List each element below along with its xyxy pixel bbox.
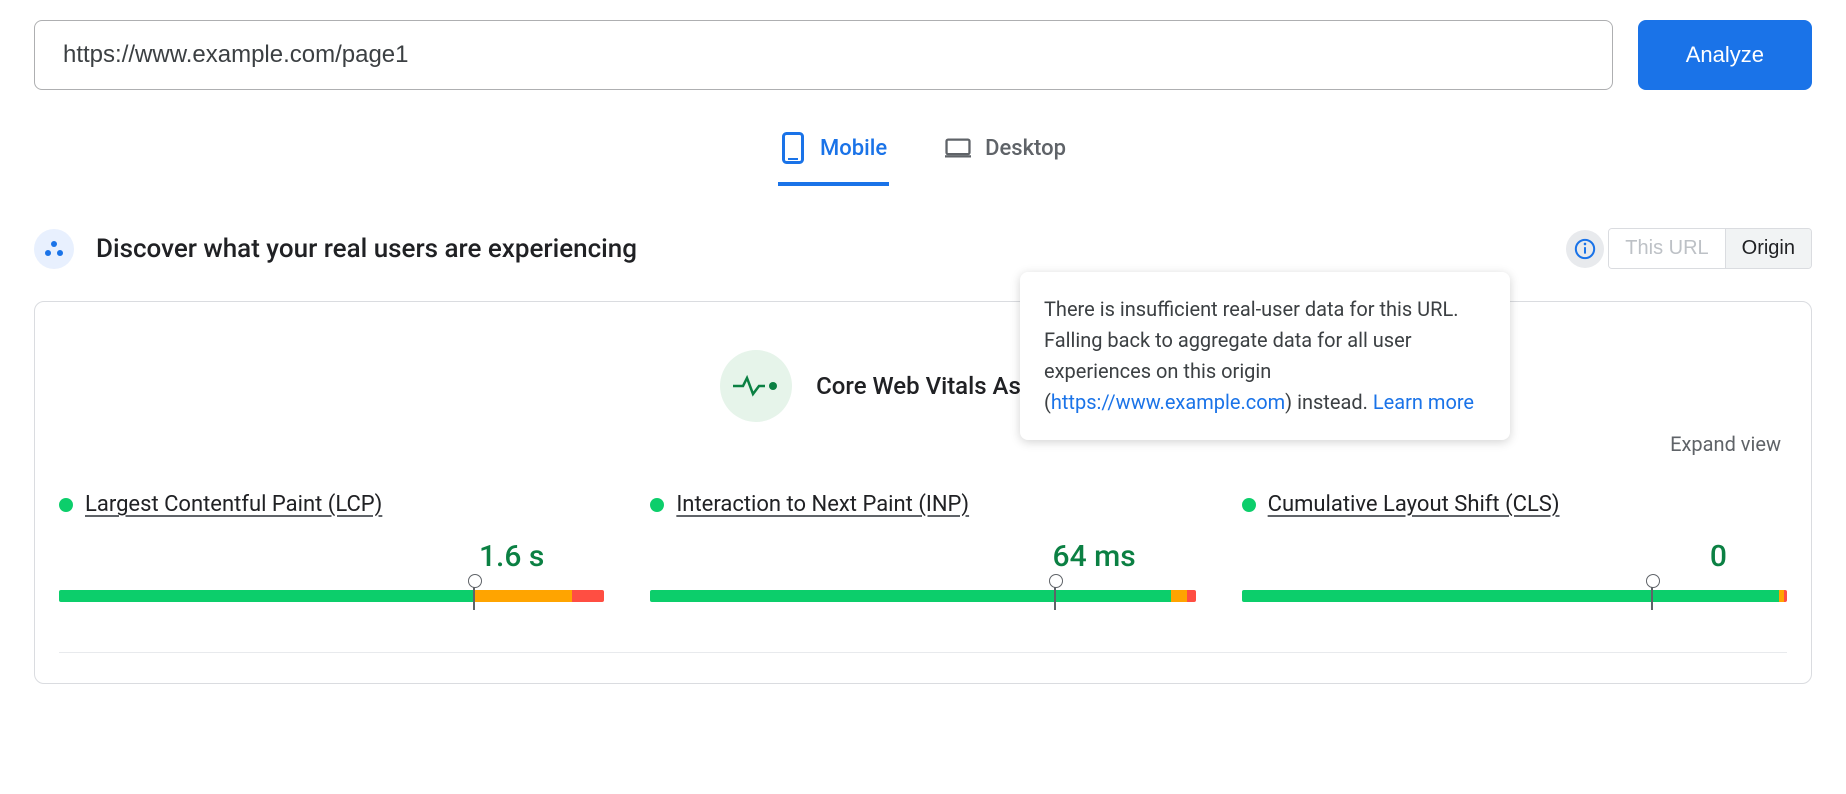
crux-icon [34,229,74,269]
metric-bar [59,590,604,604]
analyze-button[interactable]: Analyze [1638,20,1812,90]
url-form: Analyze [34,20,1812,90]
toggle-this-url: This URL [1609,229,1725,268]
metrics-row: Largest Contentful Paint (LCP) 1.6 s Inter… [59,492,1787,604]
metric-name[interactable]: Largest Contentful Paint (LCP) [85,492,382,517]
status-dot-icon [650,498,664,512]
tab-mobile[interactable]: Mobile [778,118,889,186]
desktop-icon [945,132,971,164]
metric-value: 64 ms [650,539,1195,574]
url-input[interactable] [34,20,1613,90]
metric-bar [1242,590,1787,604]
metric-name[interactable]: Interaction to Next Paint (INP) [676,492,969,517]
device-tabs: Mobile Desktop [34,118,1812,186]
metric: Largest Contentful Paint (LCP) 1.6 s [59,492,604,604]
info-tooltip: There is insufficient real-user data for… [1020,272,1510,440]
metric: Interaction to Next Paint (INP) 64 ms [650,492,1195,604]
metric-value: 1.6 s [59,539,604,574]
info-icon[interactable] [1566,230,1604,268]
status-dot-icon [1242,498,1256,512]
metric-value: 0 [1242,539,1787,574]
expand-view-link[interactable]: Expand view [1670,432,1781,456]
section-header: Discover what your real users are experi… [34,228,1812,269]
percentile-marker-icon [1651,582,1653,610]
percentile-marker-icon [1054,582,1056,610]
tab-desktop-label: Desktop [985,136,1066,161]
tab-desktop[interactable]: Desktop [943,118,1068,186]
metric: Cumulative Layout Shift (CLS) 0 [1242,492,1787,604]
scope-toggle: This URL Origin [1608,228,1812,269]
metric-name[interactable]: Cumulative Layout Shift (CLS) [1268,492,1560,517]
tab-mobile-label: Mobile [820,136,887,161]
vitals-pulse-icon [720,350,792,422]
tooltip-text-mid: ) instead. [1285,390,1373,414]
percentile-marker-icon [473,582,475,610]
toggle-origin[interactable]: Origin [1726,229,1811,268]
vitals-panel: Core Web Vitals Assessment Expand view L… [34,301,1812,684]
status-dot-icon [59,498,73,512]
section-title: Discover what your real users are experi… [96,234,637,264]
tooltip-origin-link[interactable]: https://www.example.com [1051,390,1285,414]
metric-bar [650,590,1195,604]
mobile-icon [780,132,806,164]
tooltip-learn-more-link[interactable]: Learn more [1373,390,1474,414]
divider [59,652,1787,653]
